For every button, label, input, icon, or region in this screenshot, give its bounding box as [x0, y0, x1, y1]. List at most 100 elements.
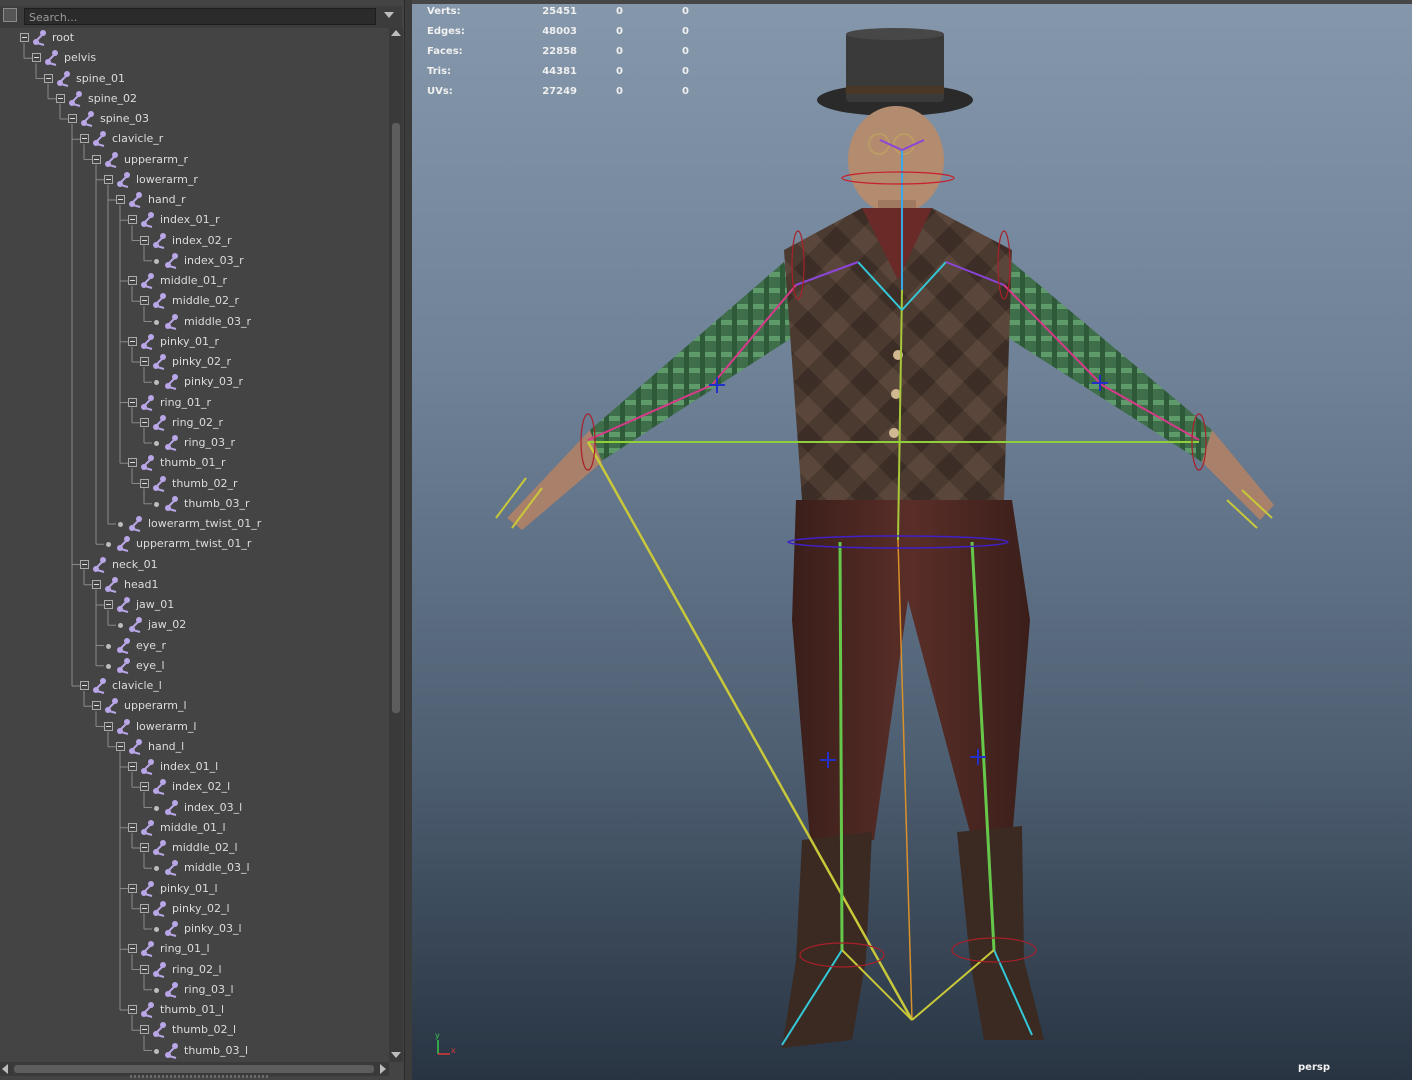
- outliner-item-upperarm-r[interactable]: upperarm_r: [0, 150, 388, 170]
- collapse-toggle-icon[interactable]: [128, 762, 137, 771]
- collapse-toggle-icon[interactable]: [128, 822, 137, 832]
- outliner-item-upperarm-twist-01-r[interactable]: upperarm_twist_01_r: [0, 534, 388, 554]
- outliner-item-ring-01-r[interactable]: ring_01_r: [0, 393, 388, 413]
- outliner-item-thumb-03-r[interactable]: thumb_03_r: [0, 494, 388, 514]
- scroll-down-icon[interactable]: [391, 1052, 401, 1058]
- outliner-item-index-02-r[interactable]: index_02_r: [0, 231, 388, 251]
- collapse-toggle-icon[interactable]: [104, 174, 113, 184]
- outliner-item-pinky-02-r[interactable]: pinky_02_r: [0, 352, 388, 372]
- collapse-toggle-icon[interactable]: [140, 235, 149, 245]
- outliner-item-hand-r[interactable]: hand_r: [0, 190, 388, 210]
- outliner-item-index-03-r[interactable]: index_03_r: [0, 251, 388, 271]
- outliner-item-pinky-03-l[interactable]: pinky_03_l: [0, 919, 388, 939]
- outliner-item-thumb-02-r[interactable]: thumb_02_r: [0, 474, 388, 494]
- outliner-item-spine-02[interactable]: spine_02: [0, 89, 388, 109]
- collapse-toggle-icon[interactable]: [116, 195, 125, 204]
- outliner-item-thumb-03-l[interactable]: thumb_03_l: [0, 1041, 388, 1061]
- outliner-item-middle-02-l[interactable]: middle_02_l: [0, 838, 388, 858]
- outliner-item-index-01-l[interactable]: index_01_l: [0, 757, 388, 777]
- outliner-item-ring-02-l[interactable]: ring_02_l: [0, 960, 388, 980]
- outliner-item-clavicle-r[interactable]: clavicle_r: [0, 129, 388, 149]
- outliner-item-index-01-r[interactable]: index_01_r: [0, 210, 388, 230]
- collapse-toggle-icon[interactable]: [68, 114, 77, 123]
- outliner-item-pinky-01-r[interactable]: pinky_01_r: [0, 332, 388, 352]
- scroll-up-icon[interactable]: [391, 30, 401, 36]
- collapse-toggle-icon[interactable]: [80, 681, 89, 690]
- outliner-item-middle-02-r[interactable]: middle_02_r: [0, 291, 388, 311]
- outliner-item-thumb-01-r[interactable]: thumb_01_r: [0, 453, 388, 473]
- outliner-item-middle-03-r[interactable]: middle_03_r: [0, 312, 388, 332]
- collapse-toggle-icon[interactable]: [32, 53, 41, 63]
- character-scene[interactable]: [412, 0, 1412, 1080]
- collapse-toggle-icon[interactable]: [44, 73, 53, 83]
- outliner-item-clavicle-l[interactable]: clavicle_l: [0, 676, 388, 696]
- scrollbar-thumb[interactable]: [14, 1065, 374, 1073]
- collapse-toggle-icon[interactable]: [128, 276, 137, 285]
- outliner-item-lowerarm-r[interactable]: lowerarm_r: [0, 170, 388, 190]
- collapse-toggle-icon[interactable]: [140, 296, 149, 306]
- collapse-toggle-icon[interactable]: [92, 154, 101, 164]
- outliner-item-ring-01-l[interactable]: ring_01_l: [0, 939, 388, 959]
- collapse-toggle-icon[interactable]: [20, 33, 29, 42]
- outliner-item-middle-01-l[interactable]: middle_01_l: [0, 818, 388, 838]
- resize-grip[interactable]: [130, 1075, 270, 1078]
- outliner-item-upperarm-l[interactable]: upperarm_l: [0, 696, 388, 716]
- collapse-toggle-icon[interactable]: [128, 944, 137, 954]
- outliner-item-ring-03-l[interactable]: ring_03_l: [0, 980, 388, 1000]
- outliner-item-lowerarm-twist-01-r[interactable]: lowerarm_twist_01_r: [0, 514, 388, 534]
- 3d-viewport[interactable]: Verts: 25451 0 0 Edges: 48003 0 0 Faces: 22858 0 0 T…: [412, 0, 1412, 1080]
- collapse-toggle-icon[interactable]: [128, 397, 137, 407]
- outliner-item-index-03-l[interactable]: index_03_l: [0, 798, 388, 818]
- outliner-item-index-02-l[interactable]: index_02_l: [0, 777, 388, 797]
- outliner-item-pelvis[interactable]: pelvis: [0, 48, 388, 68]
- collapse-toggle-icon[interactable]: [128, 215, 137, 225]
- collapse-toggle-icon[interactable]: [140, 417, 149, 427]
- collapse-toggle-icon[interactable]: [104, 600, 113, 609]
- outliner-item-hand-l[interactable]: hand_l: [0, 737, 388, 757]
- vertical-scrollbar[interactable]: [389, 28, 403, 1062]
- collapse-toggle-icon[interactable]: [140, 843, 149, 852]
- outliner-item-ring-03-r[interactable]: ring_03_r: [0, 433, 388, 453]
- outliner-item-eye-r[interactable]: eye_r: [0, 636, 388, 656]
- outliner-item-thumb-02-l[interactable]: thumb_02_l: [0, 1020, 388, 1040]
- outliner-item-pinky-03-r[interactable]: pinky_03_r: [0, 372, 388, 392]
- collapse-toggle-icon[interactable]: [140, 357, 149, 366]
- collapse-toggle-icon[interactable]: [140, 1025, 149, 1035]
- collapse-toggle-icon[interactable]: [128, 336, 137, 346]
- outliner-item-root[interactable]: root: [0, 28, 388, 48]
- chevron-down-icon[interactable]: [384, 12, 394, 18]
- horizontal-scrollbar[interactable]: [0, 1062, 389, 1076]
- collapse-toggle-icon[interactable]: [80, 559, 89, 569]
- outliner-item-pinky-01-l[interactable]: pinky_01_l: [0, 879, 388, 899]
- collapse-toggle-icon[interactable]: [140, 964, 149, 974]
- outliner-item-middle-03-l[interactable]: middle_03_l: [0, 858, 388, 878]
- scroll-left-icon[interactable]: [2, 1064, 8, 1074]
- pane-divider[interactable]: [404, 0, 412, 1080]
- collapse-toggle-icon[interactable]: [56, 93, 65, 103]
- outliner-item-jaw-02[interactable]: jaw_02: [0, 615, 388, 635]
- collapse-toggle-icon[interactable]: [92, 701, 101, 711]
- collapse-toggle-icon[interactable]: [92, 579, 101, 589]
- collapse-toggle-icon[interactable]: [140, 782, 149, 792]
- outliner-item-lowerarm-l[interactable]: lowerarm_l: [0, 717, 388, 737]
- outliner-item-neck-01[interactable]: neck_01: [0, 555, 388, 575]
- outliner-item-spine-01[interactable]: spine_01: [0, 69, 388, 89]
- search-input[interactable]: Search...: [24, 8, 376, 25]
- outliner-item-eye-l[interactable]: eye_l: [0, 656, 388, 676]
- filter-icon[interactable]: [3, 8, 17, 22]
- outliner-item-thumb-01-l[interactable]: thumb_01_l: [0, 1000, 388, 1020]
- collapse-toggle-icon[interactable]: [128, 883, 137, 893]
- collapse-toggle-icon[interactable]: [140, 478, 149, 488]
- collapse-toggle-icon[interactable]: [140, 903, 149, 913]
- collapse-toggle-icon[interactable]: [116, 741, 125, 751]
- collapse-toggle-icon[interactable]: [128, 458, 137, 468]
- outliner-item-head1[interactable]: head1: [0, 575, 388, 595]
- collapse-toggle-icon[interactable]: [128, 1005, 137, 1014]
- outliner-item-spine-03[interactable]: spine_03: [0, 109, 388, 129]
- scrollbar-thumb[interactable]: [392, 123, 400, 713]
- outliner-item-middle-01-r[interactable]: middle_01_r: [0, 271, 388, 291]
- collapse-toggle-icon[interactable]: [104, 721, 113, 731]
- outliner-item-pinky-02-l[interactable]: pinky_02_l: [0, 899, 388, 919]
- outliner-item-jaw-01[interactable]: jaw_01: [0, 595, 388, 615]
- scroll-right-icon[interactable]: [380, 1064, 386, 1074]
